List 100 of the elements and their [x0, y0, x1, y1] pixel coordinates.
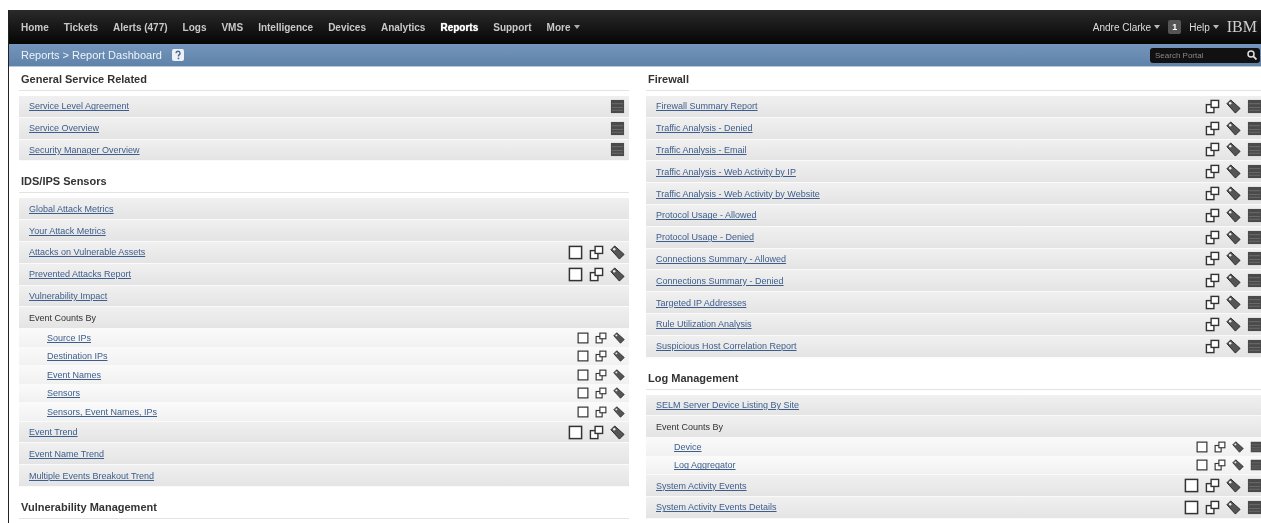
- popout-icon[interactable]: [595, 331, 607, 344]
- user-menu[interactable]: Andre Clarke: [1092, 21, 1161, 33]
- nav-item[interactable]: Tickets: [63, 21, 99, 33]
- popout-icon[interactable]: [1205, 338, 1220, 354]
- popout-icon[interactable]: [1205, 251, 1220, 267]
- popout-icon[interactable]: [595, 387, 607, 400]
- report-link[interactable]: Sensors, Event Names, IPs: [47, 406, 158, 417]
- report-link[interactable]: Multiple Events Breakout Trend: [29, 470, 155, 481]
- popout-icon[interactable]: [1205, 120, 1220, 136]
- nav-item[interactable]: More: [546, 21, 581, 33]
- nav-item[interactable]: Devices: [328, 21, 366, 33]
- tag-icon[interactable]: [1232, 459, 1244, 472]
- report-link[interactable]: System Activity Events Details: [656, 502, 777, 513]
- tag-icon[interactable]: [610, 266, 625, 282]
- checkbox-icon[interactable]: [577, 368, 589, 381]
- report-icon[interactable]: [1247, 229, 1261, 245]
- popout-icon[interactable]: [595, 405, 607, 418]
- nav-item[interactable]: Alerts (477): [113, 21, 168, 33]
- tag-icon[interactable]: [610, 244, 625, 260]
- popout-icon[interactable]: [589, 266, 604, 282]
- tag-icon[interactable]: [613, 368, 625, 381]
- report-icon[interactable]: [1247, 251, 1261, 267]
- checkbox-icon[interactable]: [577, 331, 589, 344]
- report-link[interactable]: Event Name Trend: [29, 448, 105, 459]
- report-link[interactable]: Attacks on Vulnerable Assets: [29, 247, 146, 258]
- nav-item[interactable]: Logs: [182, 21, 207, 33]
- report-link[interactable]: Traffic Analysis - Denied: [656, 123, 753, 134]
- report-link[interactable]: Protocol Usage - Denied: [656, 232, 755, 243]
- search-field[interactable]: Search Portal: [1150, 47, 1260, 63]
- tag-icon[interactable]: [1226, 164, 1241, 180]
- nav-item[interactable]: Home: [21, 21, 49, 33]
- report-link[interactable]: Log Aggregator: [674, 460, 736, 471]
- tag-icon[interactable]: [613, 405, 625, 418]
- report-icon[interactable]: [1247, 186, 1261, 202]
- report-link[interactable]: Vulnerability Impact: [29, 290, 108, 301]
- report-link[interactable]: System Activity Events: [656, 480, 747, 491]
- popout-icon[interactable]: [595, 350, 607, 363]
- report-icon[interactable]: [1247, 499, 1261, 515]
- tag-icon[interactable]: [1226, 142, 1241, 158]
- popout-icon[interactable]: [1205, 478, 1220, 494]
- popout-icon[interactable]: [1205, 295, 1220, 311]
- report-link[interactable]: Connections Summary - Allowed: [656, 253, 787, 264]
- tag-icon[interactable]: [1226, 338, 1241, 354]
- tag-icon[interactable]: [1226, 273, 1241, 289]
- report-icon[interactable]: [1247, 207, 1261, 223]
- report-link[interactable]: SELM Server Device Listing By Site: [656, 399, 800, 410]
- report-link[interactable]: Traffic Analysis - Web Activity by IP: [656, 166, 796, 177]
- report-icon[interactable]: [1247, 273, 1261, 289]
- popout-icon[interactable]: [1205, 273, 1220, 289]
- report-icon[interactable]: [1250, 440, 1261, 453]
- report-link[interactable]: Global Attack Metrics: [29, 203, 114, 214]
- report-link[interactable]: Targeted IP Addresses: [656, 297, 747, 308]
- tag-icon[interactable]: [1232, 440, 1244, 453]
- popout-icon[interactable]: [1205, 164, 1220, 180]
- report-link[interactable]: Firewall Summary Report: [656, 101, 758, 112]
- report-link[interactable]: Service Overview: [29, 123, 100, 134]
- nav-item[interactable]: VMS: [221, 21, 244, 33]
- popout-icon[interactable]: [1205, 98, 1220, 114]
- nav-item[interactable]: Intelligence: [258, 21, 314, 33]
- checkbox-icon[interactable]: [577, 350, 589, 363]
- report-link[interactable]: Traffic Analysis - Web Activity by Website: [656, 188, 820, 199]
- popout-icon[interactable]: [1205, 207, 1220, 223]
- checkbox-icon[interactable]: [568, 244, 583, 260]
- tag-icon[interactable]: [1226, 98, 1241, 114]
- nav-item[interactable]: Support: [493, 21, 532, 33]
- popout-icon[interactable]: [1205, 186, 1220, 202]
- report-link[interactable]: Prevented Attacks Report: [29, 269, 132, 280]
- tag-icon[interactable]: [613, 331, 625, 344]
- report-icon[interactable]: [1247, 164, 1261, 180]
- checkbox-icon[interactable]: [577, 405, 589, 418]
- report-icon[interactable]: [1247, 142, 1261, 158]
- report-icon[interactable]: [610, 98, 625, 114]
- report-link[interactable]: Rule Utilization Analysis: [656, 319, 752, 330]
- tag-icon[interactable]: [613, 350, 625, 363]
- help-icon[interactable]: [171, 49, 184, 61]
- report-link[interactable]: Event Trend: [29, 427, 78, 438]
- report-icon[interactable]: [1247, 295, 1261, 311]
- report-link[interactable]: Service Level Agreement: [29, 101, 130, 112]
- report-link[interactable]: Source IPs: [47, 332, 92, 343]
- tag-icon[interactable]: [1226, 251, 1241, 267]
- popout-icon[interactable]: [1205, 499, 1220, 515]
- report-link[interactable]: Your Attack Metrics: [29, 225, 106, 236]
- report-link[interactable]: Suspicious Host Correlation Report: [656, 341, 797, 352]
- popout-icon[interactable]: [1205, 316, 1220, 332]
- checkbox-icon[interactable]: [577, 387, 589, 400]
- help-menu[interactable]: Help: [1189, 21, 1219, 33]
- report-link[interactable]: Security Manager Overview: [29, 145, 140, 155]
- report-icon[interactable]: [1247, 120, 1261, 136]
- tag-icon[interactable]: [1226, 229, 1241, 245]
- report-link[interactable]: Traffic Analysis - Email: [656, 145, 747, 155]
- report-link[interactable]: Sensors: [47, 388, 81, 399]
- report-icon[interactable]: [1247, 98, 1261, 114]
- tag-icon[interactable]: [613, 387, 625, 400]
- notification-badge[interactable]: 1: [1168, 20, 1182, 34]
- report-link[interactable]: Connections Summary - Denied: [656, 275, 784, 286]
- checkbox-icon[interactable]: [1196, 440, 1208, 453]
- report-link[interactable]: Destination IPs: [47, 351, 108, 362]
- popout-icon[interactable]: [589, 244, 604, 260]
- report-link[interactable]: Protocol Usage - Allowed: [656, 210, 757, 221]
- tag-icon[interactable]: [1226, 499, 1241, 515]
